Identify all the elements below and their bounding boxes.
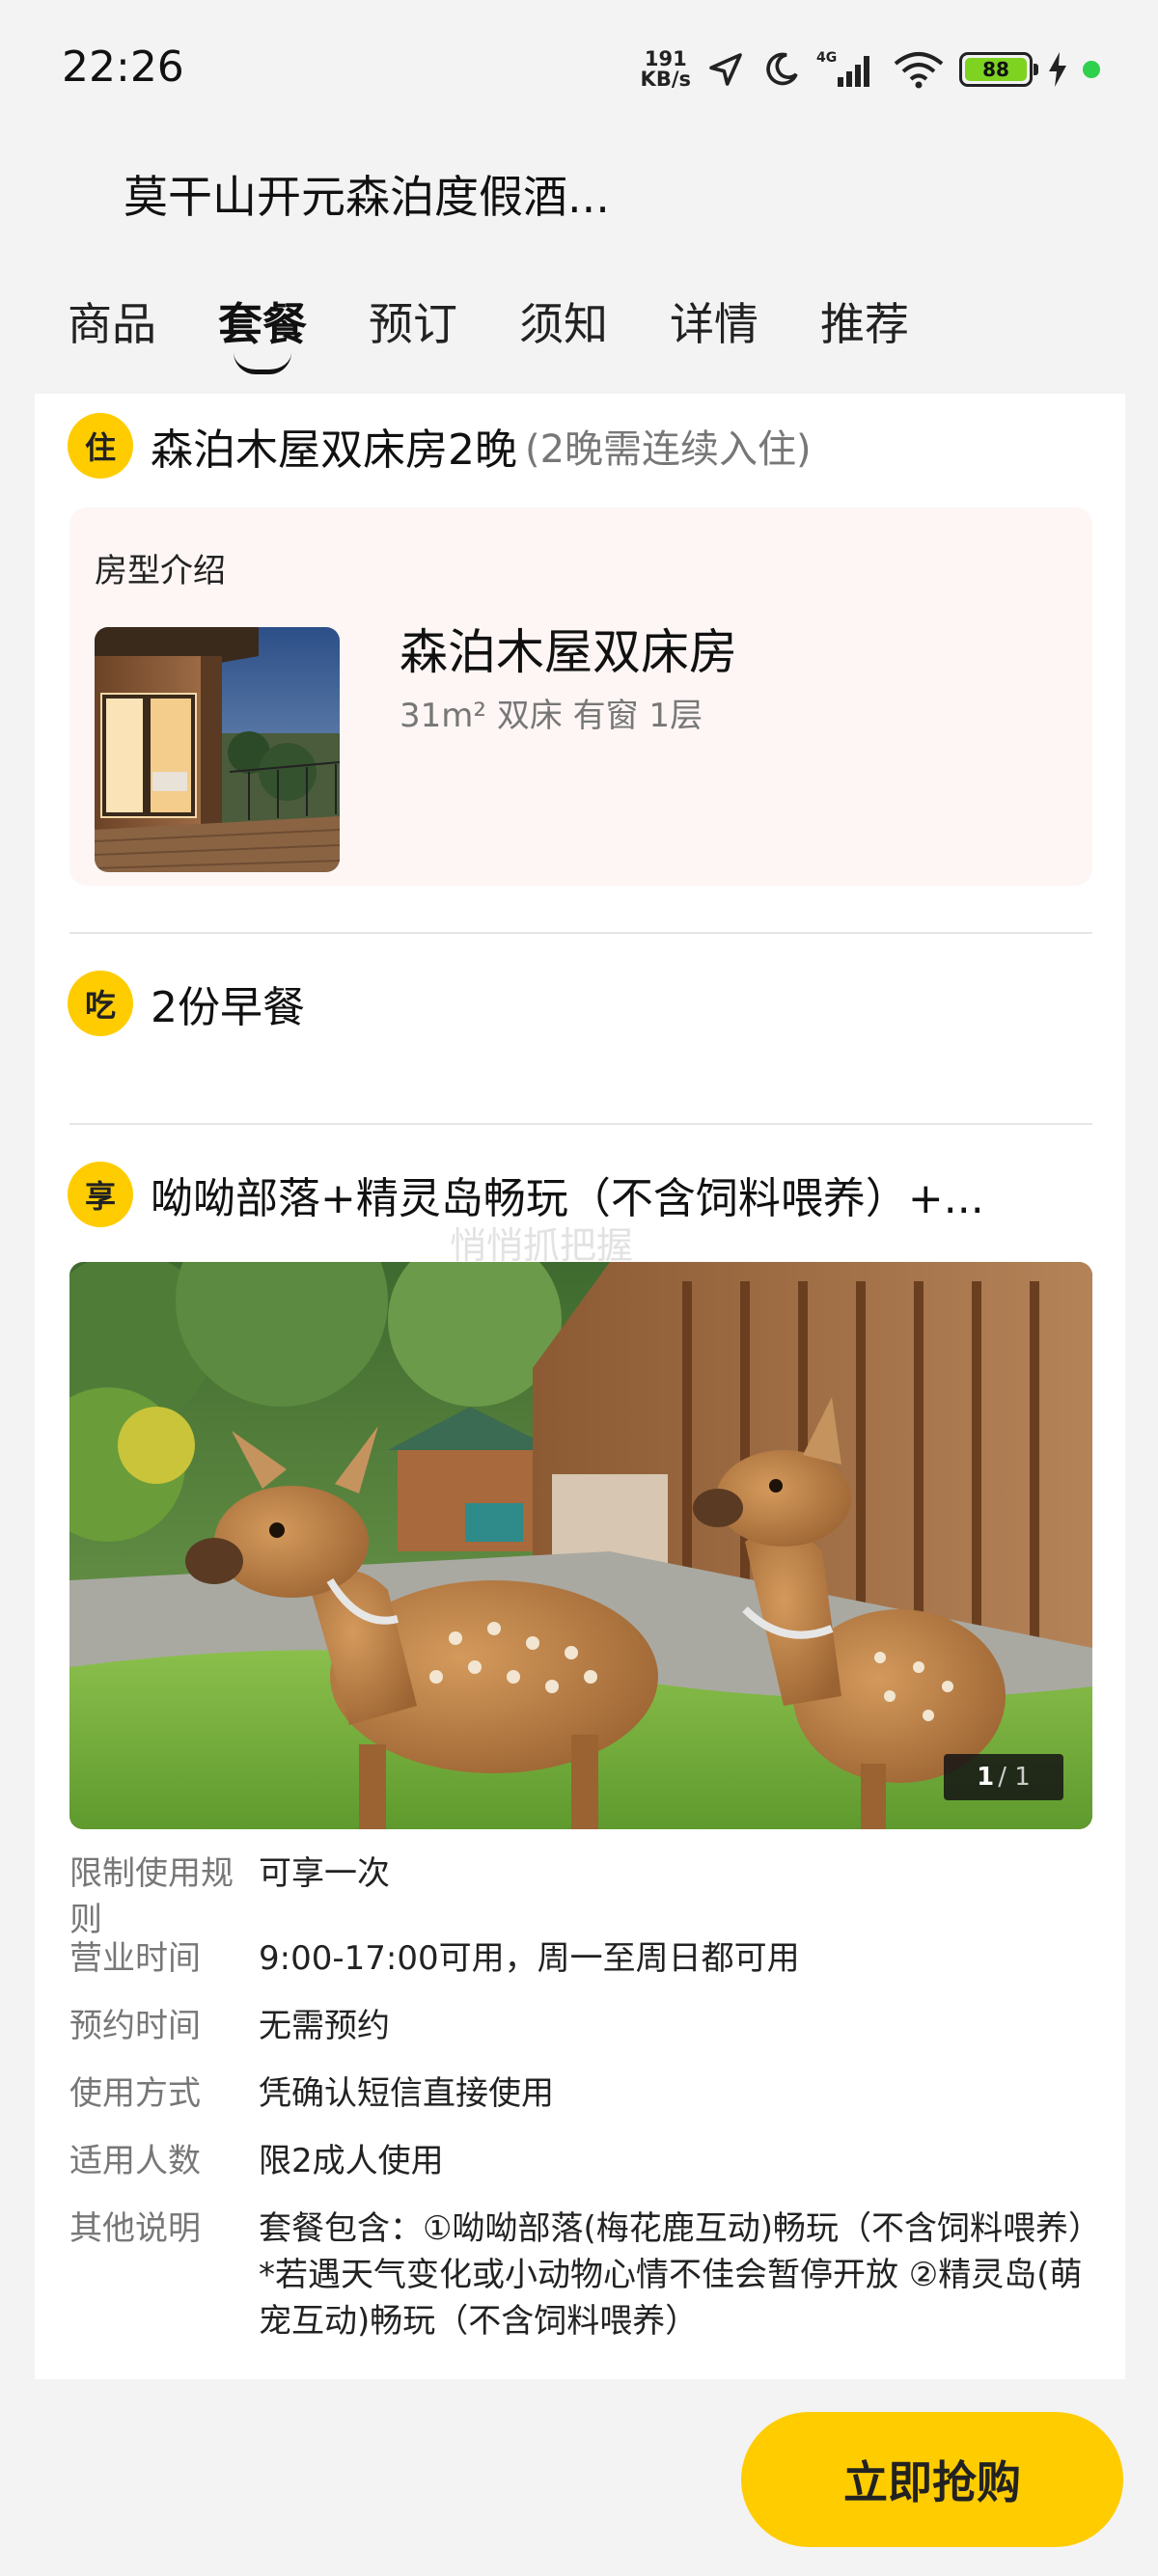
room-type-card[interactable]: 房型介绍 森泊木屋双床房 31m² 双床 有窗 1层 — [69, 507, 1092, 886]
rule-value: 9:00-17:00可用，周一至周日都可用 — [259, 1939, 800, 1978]
photo-counter-total: / 1 — [998, 1763, 1031, 1792]
stay-section-header: 住 森泊木屋双床房2晚 (2晚需连续入住) — [68, 413, 812, 479]
charging-icon — [1046, 48, 1069, 91]
divider — [69, 932, 1092, 934]
location-arrow-icon — [704, 48, 747, 91]
wifi-icon — [892, 48, 946, 91]
divider — [69, 1123, 1092, 1125]
network-type: 4G — [816, 50, 837, 66]
tab-details[interactable]: 详情 — [670, 289, 758, 367]
rule-row: 使用方式 凭确认短信直接使用 — [69, 2070, 1092, 2117]
room-name: 森泊木屋双床房 — [400, 624, 737, 680]
usage-rules: 限制使用规则 可享一次 营业时间 9:00-17:00可用，周一至周日都可用 预… — [69, 1850, 1092, 2366]
rule-row: 适用人数 限2成人使用 — [69, 2138, 1092, 2184]
net-speed-unit: KB/s — [640, 68, 691, 91]
photo-counter-current: 1 — [977, 1763, 995, 1792]
eat-section-header: 吃 2份早餐 — [68, 971, 305, 1036]
stay-title: 森泊木屋双床房2晚 — [151, 425, 517, 475]
tab-recommend[interactable]: 推荐 — [820, 289, 909, 367]
rule-key: 预约时间 — [69, 2007, 201, 2045]
room-thumbnail-image[interactable] — [95, 627, 340, 872]
tab-package[interactable]: 套餐 — [218, 289, 307, 367]
package-content: 住 森泊木屋双床房2晚 (2晚需连续入住) 房型介绍 森泊木屋双床房 31m² … — [35, 394, 1125, 2379]
rule-row: 预约时间 无需预约 — [69, 2003, 1092, 2049]
status-icons: 191 KB/s 4G 88 — [641, 44, 1100, 95]
watermark-text: 悄悄抓把握 — [450, 1224, 634, 1267]
tab-bar: 商品 套餐 预订 须知 详情 推荐 — [68, 289, 971, 396]
net-speed-value: 191 — [644, 47, 687, 70]
privacy-indicator-dot — [1083, 61, 1100, 78]
room-intro-label: 房型介绍 — [95, 552, 226, 590]
eat-badge: 吃 — [68, 971, 133, 1036]
rule-value: 套餐包含：①呦呦部落(梅花鹿互动)畅玩（不含饲料喂养）*若遇天气变化或小动物心情… — [259, 2209, 1086, 2341]
rule-key: 营业时间 — [69, 1939, 201, 1978]
room-spec: 31m² 双床 有窗 1层 — [400, 697, 703, 735]
status-bar: 22:26 191 KB/s 4G 88 — [0, 0, 1158, 135]
tab-goods[interactable]: 商品 — [68, 289, 156, 367]
rule-key: 限制使用规则 — [69, 1854, 234, 1939]
activity-photo[interactable]: 1 / 1 — [69, 1262, 1092, 1829]
rule-value: 无需预约 — [259, 2007, 390, 2045]
net-speed: 191 KB/s — [641, 49, 691, 90]
rule-key: 适用人数 — [69, 2142, 201, 2180]
rule-row: 限制使用规则 可享一次 — [69, 1850, 1092, 1943]
rule-value: 可享一次 — [259, 1854, 390, 1893]
eat-title: 2份早餐 — [151, 983, 305, 1032]
moon-icon — [760, 48, 803, 91]
status-time: 22:26 — [62, 42, 184, 92]
rule-value: 凭确认短信直接使用 — [259, 2074, 554, 2113]
battery-level: 88 — [965, 58, 1027, 81]
signal-icon: 4G — [816, 48, 878, 91]
enjoy-badge: 享 — [68, 1162, 133, 1227]
page-title: 莫干山开元森泊度假酒... — [124, 171, 610, 223]
rule-row: 营业时间 9:00-17:00可用，周一至周日都可用 — [69, 1935, 1092, 1982]
stay-note: (2晚需连续入住) — [525, 427, 812, 472]
battery-icon: 88 — [959, 52, 1038, 87]
buy-now-button[interactable]: 立即抢购 — [741, 2412, 1123, 2547]
tab-notice[interactable]: 须知 — [519, 289, 608, 367]
tab-booking[interactable]: 预订 — [369, 289, 457, 367]
photo-counter: 1 / 1 — [944, 1754, 1063, 1800]
stay-badge: 住 — [68, 413, 133, 479]
rule-value: 限2成人使用 — [259, 2142, 444, 2180]
rule-key: 使用方式 — [69, 2074, 201, 2113]
rule-key: 其他说明 — [69, 2209, 201, 2248]
rule-row: 其他说明 套餐包含：①呦呦部落(梅花鹿互动)畅玩（不含饲料喂养）*若遇天气变化或… — [69, 2206, 1092, 2344]
